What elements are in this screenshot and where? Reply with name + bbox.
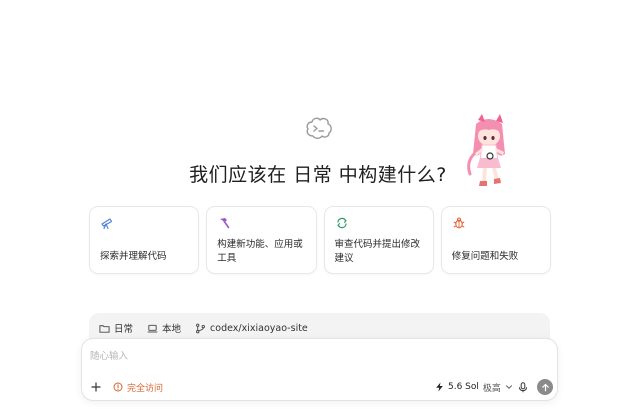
microphone-icon [519,381,527,392]
suggestion-card-label: 构建新功能、应用或工具 [217,239,303,264]
bug-icon [453,217,465,229]
repo-label: codex/xixiaoyao-site [210,322,308,334]
page-title: 我们应该在 日常 中构建什么? [189,164,447,186]
git-branch-icon [196,323,205,333]
mascot-character-icon [467,114,505,186]
voice-input-button[interactable] [516,380,530,394]
warning-circle-icon [113,382,123,392]
access-mode-label: 完全访问 [127,383,164,394]
suggestion-cards: 探索并理解代码 构建新功能、应用或工具 审查代码并提出修改建议 修复问题和失败 [89,206,551,274]
suggestion-card-build[interactable]: 构建新功能、应用或工具 [206,206,317,274]
suggestion-card-fix[interactable]: 修复问题和失败 [440,206,551,274]
folder-selector[interactable]: 日常 [99,318,133,338]
review-icon [336,217,347,229]
suggestion-card-explore[interactable]: 探索并理解代码 [89,206,200,274]
branch-selector[interactable]: codex/xixiaoyao-site [195,318,308,338]
model-selector[interactable]: 5.6 Sol 极高 [435,380,513,394]
suggestion-card-label: 修复问题和失败 [451,251,519,262]
send-button[interactable] [537,379,553,395]
suggestion-card-review[interactable]: 审查代码并提出修改建议 [323,206,434,274]
telescope-icon [101,218,113,230]
folder-icon [99,324,110,333]
model-name: 5.6 Sol [448,382,479,392]
environment-label: 本地 [162,324,182,335]
add-attachment-button[interactable] [88,379,104,395]
prompt-input[interactable] [90,347,530,365]
effort-level: 极高 [482,383,501,394]
arrow-up-icon [541,383,549,391]
chevron-down-icon [505,385,512,389]
codex-cloud-icon [306,117,332,139]
hammer-icon [220,218,230,229]
folder-label: 日常 [114,324,134,335]
environment-selector[interactable]: 本地 [147,318,181,338]
plus-icon [91,382,101,392]
suggestion-card-label: 审查代码并提出修改建议 [334,239,421,264]
lightning-icon [436,382,443,392]
composer: 完全访问 5.6 Sol 极高 [81,338,558,401]
laptop-icon [147,324,158,332]
suggestion-card-label: 探索并理解代码 [100,251,167,262]
access-mode-button[interactable]: 完全访问 [113,380,163,394]
